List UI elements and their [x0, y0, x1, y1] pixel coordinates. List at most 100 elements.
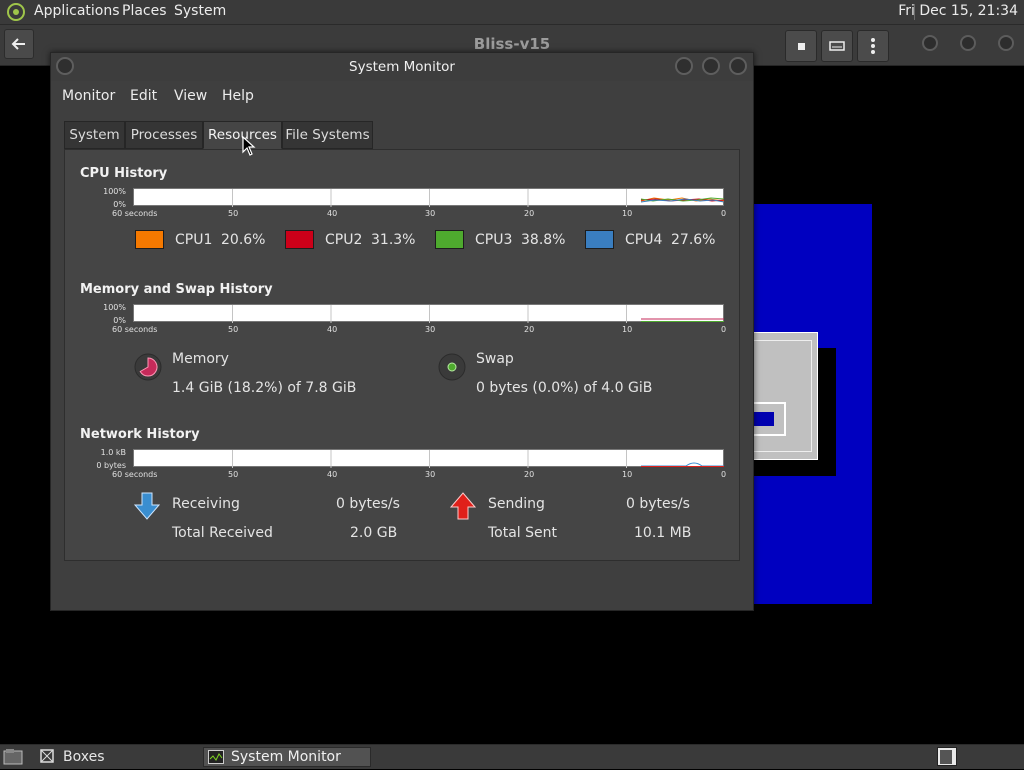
window-titlebar[interactable]: System Monitor	[51, 53, 753, 81]
cpu2-color-button[interactable]	[285, 230, 314, 249]
sending-arrow-icon[interactable]	[449, 492, 477, 524]
resources-panel: CPU History 100% 0% 60 seconds 50 40 30 …	[64, 149, 740, 561]
tab-notebook: System Processes Resources File Systems …	[64, 121, 740, 561]
stop-icon	[797, 43, 805, 50]
cpu-x-tick-0: 0	[721, 209, 727, 218]
memory-x-tick-40: 40	[327, 325, 338, 334]
network-y-bottom: 0 bytes	[96, 461, 126, 470]
minimize-button[interactable]	[922, 35, 938, 51]
memory-y-top: 100%	[103, 303, 126, 312]
receiving-value: 0 bytes/s	[336, 496, 400, 512]
memory-x-tick-50: 50	[228, 325, 239, 334]
memory-label: Memory	[172, 351, 229, 367]
workspace-switcher[interactable]	[937, 747, 957, 766]
boxes-app-icon	[39, 748, 55, 768]
menu-button[interactable]	[857, 30, 889, 62]
cpu1-label: CPU1	[175, 232, 213, 248]
memory-x-tick-20: 20	[524, 325, 535, 334]
close-button[interactable]	[998, 35, 1014, 51]
memory-value: 1.4 GiB (18.2%) of 7.8 GiB	[172, 380, 357, 396]
memory-y-bottom: 0%	[113, 316, 126, 325]
memory-x-tick-60: 60 seconds	[112, 325, 158, 334]
window-maximize-button[interactable]	[702, 57, 720, 75]
swap-label: Swap	[476, 351, 514, 367]
window-minimize-button[interactable]	[675, 57, 693, 75]
maximize-button[interactable]	[960, 35, 976, 51]
cpu-graph-lines	[232, 189, 725, 207]
memory-graph-lines	[232, 305, 724, 323]
network-x-tick-40: 40	[327, 470, 338, 479]
cpu4-color-button[interactable]	[585, 230, 614, 249]
window-title: System Monitor	[349, 59, 455, 75]
cpu-history-title: CPU History	[80, 166, 168, 181]
memory-history-title: Memory and Swap History	[80, 282, 273, 297]
network-x-tick-0: 0	[721, 470, 727, 479]
cpu-x-tick-50: 50	[228, 209, 239, 218]
system-monitor-app-icon	[208, 750, 224, 769]
stop-button[interactable]	[785, 30, 817, 62]
network-y-top: 1.0 kB	[100, 448, 126, 457]
memory-x-tick-10: 10	[622, 325, 633, 334]
vertical-dots-icon	[871, 38, 875, 54]
cpu4-label: CPU4	[625, 232, 663, 248]
workspace-window-preview	[940, 750, 952, 764]
cpu-y-top: 100%	[103, 187, 126, 196]
network-x-tick-30: 30	[425, 470, 436, 479]
system-menu[interactable]: System	[174, 3, 226, 19]
network-graph-lines	[232, 450, 724, 468]
cpu-history-graph[interactable]	[133, 188, 725, 207]
network-x-tick-10: 10	[622, 470, 633, 479]
memory-x-tick-30: 30	[425, 325, 436, 334]
taskbar: Boxes System Monitor	[0, 744, 1024, 769]
tab-system[interactable]: System	[64, 121, 125, 149]
clock[interactable]: Fri Dec 15, 21:34	[898, 3, 1018, 19]
network-history-graph[interactable]	[133, 449, 724, 468]
keyboard-button[interactable]	[821, 30, 853, 62]
distro-logo-icon[interactable]	[6, 2, 26, 26]
cpu2-value: 31.3%	[371, 232, 416, 248]
cpu-y-bottom: 0%	[113, 200, 126, 209]
tab-processes[interactable]: Processes	[125, 121, 203, 149]
task-system-monitor[interactable]: System Monitor	[203, 747, 371, 767]
network-x-tick-60: 60 seconds	[112, 470, 158, 479]
memory-pie-icon[interactable]	[133, 352, 163, 386]
cpu1-value: 20.6%	[221, 232, 266, 248]
show-desktop-icon[interactable]	[3, 748, 23, 770]
sending-label: Sending	[488, 496, 545, 512]
system-monitor-window: System Monitor Monitor Edit View Help Sy…	[50, 52, 754, 611]
cpu3-color-button[interactable]	[435, 230, 464, 249]
cpu2-label: CPU2	[325, 232, 363, 248]
mouse-pointer-icon	[242, 135, 256, 160]
cpu1-color-button[interactable]	[135, 230, 164, 249]
places-menu[interactable]: Places	[122, 3, 167, 19]
keyboard-icon	[829, 41, 845, 51]
task-boxes-label: Boxes	[63, 749, 105, 765]
memory-history-graph[interactable]	[133, 304, 724, 323]
menu-view[interactable]: View	[174, 88, 207, 104]
total-sent-value: 10.1 MB	[634, 525, 692, 541]
window-close-button[interactable]	[729, 57, 747, 75]
menu-help[interactable]: Help	[222, 88, 254, 104]
receiving-arrow-icon[interactable]	[133, 492, 161, 524]
guest-input-cursor	[752, 412, 774, 426]
menu-monitor[interactable]: Monitor	[62, 88, 115, 104]
cpu-x-tick-20: 20	[524, 209, 535, 218]
menu-edit[interactable]: Edit	[130, 88, 157, 104]
cpu4-value: 27.6%	[671, 232, 716, 248]
cpu-x-tick-10: 10	[622, 209, 633, 218]
memory-x-tick-0: 0	[721, 325, 727, 334]
total-received-label: Total Received	[172, 525, 273, 541]
cpu-x-tick-40: 40	[327, 209, 338, 218]
cpu-x-tick-30: 30	[425, 209, 436, 218]
cpu3-label: CPU3	[475, 232, 513, 248]
network-x-tick-50: 50	[228, 470, 239, 479]
applications-menu[interactable]: Applications	[34, 3, 120, 19]
task-boxes[interactable]: Boxes	[36, 747, 196, 767]
top-panel: Applications Places System Fri Dec 15, 2…	[0, 0, 1024, 25]
total-received-value: 2.0 GB	[350, 525, 398, 541]
cpu3-value: 38.8%	[521, 232, 566, 248]
swap-pie-icon[interactable]	[437, 352, 467, 386]
swap-value: 0 bytes (0.0%) of 4.0 GiB	[476, 380, 653, 396]
cpu-x-tick-60: 60 seconds	[112, 209, 158, 218]
tab-file-systems[interactable]: File Systems	[282, 121, 373, 149]
